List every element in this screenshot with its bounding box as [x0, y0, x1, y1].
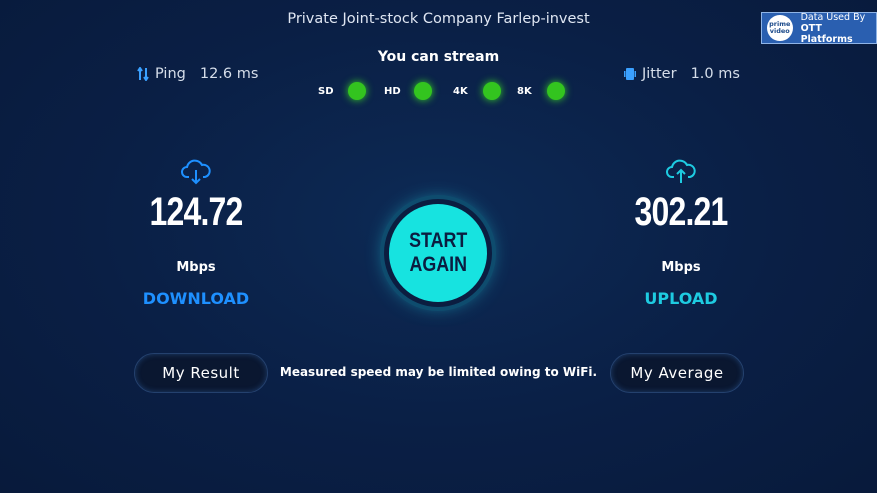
quality-8k: 8K [517, 82, 565, 100]
download-unit: Mbps [176, 260, 216, 275]
cloud-upload-icon [666, 159, 696, 183]
upload-value: 302.21 [634, 190, 728, 234]
stream-title: You can stream [377, 49, 500, 65]
download-label: DOWNLOAD [142, 289, 250, 308]
download-value: 124.72 [149, 190, 243, 234]
my-average-button[interactable]: My Average [610, 353, 744, 393]
badge-line2: OTT Platforms [800, 22, 853, 45]
jitter-value: 1.0 ms [690, 66, 740, 82]
phone-icon [624, 68, 636, 80]
prime-video-logo: prime video [767, 15, 793, 41]
ping-stat: Ping 12.6 ms [137, 66, 258, 82]
badge-line1: Data Used By [800, 11, 866, 23]
quality-4k: 4K [453, 82, 501, 100]
status-dot [348, 82, 366, 100]
isp-name: Private Joint-stock Company Farlep-inves… [287, 11, 590, 27]
start-again-button[interactable]: START AGAIN [389, 204, 487, 302]
quality-sd: SD [318, 82, 366, 100]
quality-hd: HD [384, 82, 432, 100]
jitter-label: Jitter [642, 66, 677, 82]
wifi-note: Measured speed may be limited owing to W… [279, 365, 598, 379]
upload-unit: Mbps [661, 260, 701, 275]
updown-arrows-icon [137, 67, 149, 81]
ping-label: Ping [155, 66, 186, 82]
upload-label: UPLOAD [644, 289, 718, 308]
cloud-download-icon [181, 159, 211, 185]
jitter-stat: Jitter 1.0 ms [624, 66, 740, 82]
status-dot [414, 82, 432, 100]
status-dot [547, 82, 565, 100]
ping-value: 12.6 ms [199, 66, 259, 82]
ott-data-badge[interactable]: prime video Data Used By OTT Platforms [761, 11, 877, 45]
status-dot [483, 82, 501, 100]
